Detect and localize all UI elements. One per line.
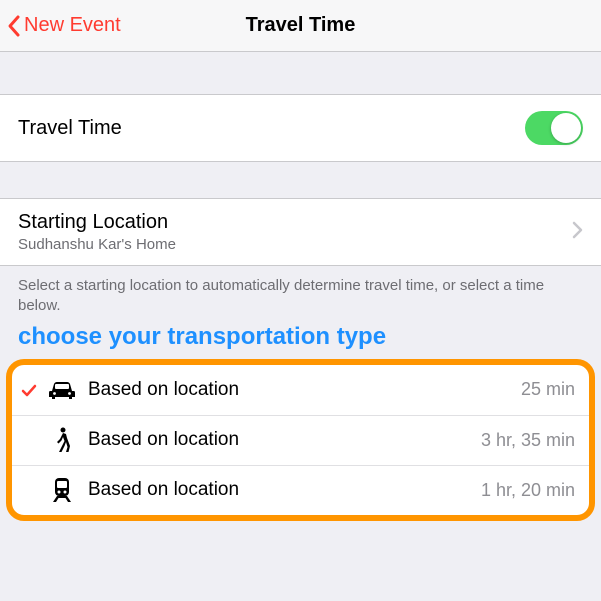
train-icon	[42, 477, 82, 503]
toggle-label: Travel Time	[18, 117, 525, 140]
transport-row-car[interactable]: Based on location 25 min	[12, 365, 589, 415]
navbar: New Event Travel Time	[0, 0, 601, 52]
toggle-knob	[551, 113, 581, 143]
back-label: New Event	[24, 14, 121, 37]
starting-location-title: Starting Location	[18, 211, 571, 234]
starting-location-detail: Sudhanshu Kar's Home	[18, 236, 571, 253]
transport-row-walk[interactable]: Based on location 3 hr, 35 min	[12, 415, 589, 465]
annotation-label: choose your transportation type	[0, 321, 601, 359]
spacer	[0, 52, 601, 94]
car-icon	[42, 379, 82, 401]
transport-label: Based on location	[82, 379, 521, 401]
transport-time: 3 hr, 35 min	[481, 430, 589, 451]
footer-note: Select a starting location to automatica…	[0, 266, 601, 321]
starting-location-row[interactable]: Starting Location Sudhanshu Kar's Home	[0, 198, 601, 266]
transport-label: Based on location	[82, 429, 481, 451]
spacer	[0, 162, 601, 198]
chevron-right-icon	[571, 221, 583, 244]
transport-time: 1 hr, 20 min	[481, 480, 589, 501]
transport-label: Based on location	[82, 479, 481, 501]
chevron-left-icon	[6, 14, 22, 38]
transport-options: Based on location 25 min Based on locati…	[6, 359, 595, 521]
back-button[interactable]: New Event	[0, 14, 121, 38]
checkmark-icon	[16, 382, 42, 398]
transport-time: 25 min	[521, 379, 581, 400]
travel-time-toggle[interactable]	[525, 111, 583, 145]
travel-time-toggle-row[interactable]: Travel Time	[0, 94, 601, 162]
walk-icon	[42, 427, 82, 453]
transport-row-train[interactable]: Based on location 1 hr, 20 min	[12, 465, 589, 515]
